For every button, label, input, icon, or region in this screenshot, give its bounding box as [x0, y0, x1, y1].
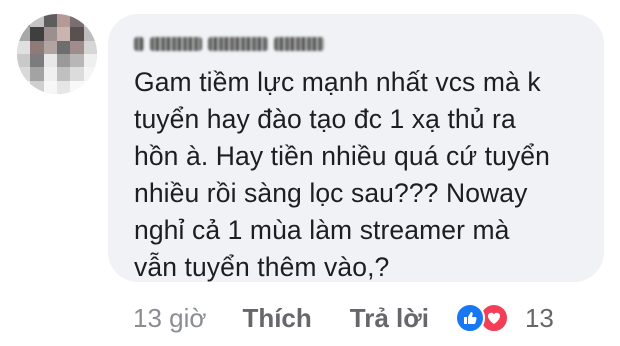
avatar-pixel: [30, 67, 44, 81]
avatar-pixel: [30, 27, 44, 41]
reaction-count: 13: [524, 302, 554, 333]
avatar-pixel: [70, 67, 84, 81]
blurred-text: [134, 37, 144, 51]
avatar-pixel: [56, 80, 71, 94]
avatar-pixel: [70, 53, 84, 68]
avatar-pixel: [70, 40, 84, 54]
avatar-image: [17, 14, 97, 94]
blurred-text: [208, 37, 268, 51]
avatar-pixel: [83, 67, 97, 81]
avatar-pixel: [70, 27, 84, 41]
reactions-summary[interactable]: 13: [454, 302, 554, 334]
comment-text: Gam tiềm lực mạnh nhất vcs mà k tuyển ha…: [134, 67, 550, 282]
avatar-pixel: [56, 40, 71, 54]
author-name-blurred[interactable]: [134, 26, 582, 62]
avatar-pixel: [43, 14, 57, 28]
avatar-pixel: [17, 14, 31, 28]
avatar-pixel: [17, 27, 31, 41]
avatar-pixel: [70, 14, 84, 28]
avatar-pixel: [43, 40, 57, 54]
like-button[interactable]: Thích: [242, 303, 311, 334]
avatar-pixel: [83, 14, 97, 28]
avatar-pixel: [83, 80, 97, 94]
avatar-pixel: [56, 14, 71, 28]
avatar-pixel: [83, 53, 97, 68]
comment-time[interactable]: 13 giờ: [133, 303, 206, 334]
avatar-pixel: [30, 80, 44, 94]
reply-button[interactable]: Trả lời: [350, 303, 429, 334]
avatar-pixel: [30, 14, 44, 28]
avatar[interactable]: [17, 14, 97, 94]
avatar-pixel: [83, 27, 97, 41]
avatar-pixel: [56, 27, 71, 41]
avatar-pixel: [30, 40, 44, 54]
avatar-pixel: [43, 67, 57, 81]
avatar-pixel: [70, 80, 84, 94]
avatar-pixel: [17, 40, 31, 54]
like-icon: [454, 303, 485, 333]
blurred-text: [274, 37, 324, 51]
blurred-text: [150, 37, 202, 51]
avatar-pixel: [56, 53, 71, 68]
avatar-pixel: [17, 53, 31, 68]
avatar-pixel: [30, 53, 44, 68]
avatar-pixel: [83, 40, 97, 54]
comment-bubble: Gam tiềm lực mạnh nhất vcs mà k tuyển ha…: [108, 14, 604, 282]
avatar-pixel: [17, 80, 31, 94]
avatar-pixel: [43, 80, 57, 94]
avatar-pixel: [43, 53, 57, 68]
comment-actions: 13 giờ Thích Trả lời 13: [133, 296, 554, 340]
avatar-pixel: [56, 67, 71, 81]
avatar-pixel: [17, 67, 31, 81]
avatar-pixel: [43, 27, 57, 41]
comment: Gam tiềm lực mạnh nhất vcs mà k tuyển ha…: [0, 0, 620, 346]
